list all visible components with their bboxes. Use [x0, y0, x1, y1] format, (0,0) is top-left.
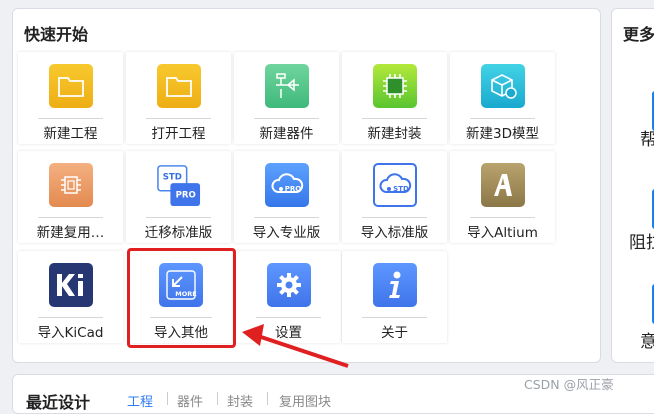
tile-import-altium[interactable]: 导入Altium	[450, 151, 555, 243]
altium-logo-icon	[480, 163, 525, 207]
tile-new-project[interactable]: 新建工程	[18, 52, 123, 144]
highlight-box	[127, 248, 236, 348]
tile-import-kicad[interactable]: 导入KiCad	[18, 251, 123, 343]
cloud-pro-icon: PRO	[264, 163, 309, 207]
tab-projects[interactable]: 工程	[127, 391, 153, 410]
recent-title: 最近设计	[26, 393, 91, 412]
folder-icon	[48, 64, 93, 108]
folder-icon	[156, 64, 201, 108]
more-item[interactable]: 帮	[640, 125, 654, 150]
tile-label: 导入Altium	[467, 225, 538, 241]
watermark: CSDN @风正豪	[524, 377, 614, 392]
quick-start-title: 快速开始	[24, 25, 89, 44]
chip-icon	[372, 64, 417, 108]
tile-import-pro[interactable]: PRO 导入专业版	[234, 151, 339, 243]
tile-new-reuse-block[interactable]: 新建复用…	[18, 151, 123, 243]
tile-label: 新建封装	[367, 126, 422, 142]
tile-new-footprint[interactable]: 新建封装	[342, 52, 447, 144]
tile-label: 打开工程	[151, 126, 206, 142]
tile-label: 导入标准版	[360, 225, 429, 241]
cube-icon	[480, 64, 525, 108]
tile-label: 新建复用…	[36, 225, 105, 241]
tile-about[interactable]: 关于	[342, 251, 447, 343]
tile-label: 关于	[381, 325, 408, 341]
more-panel: 更多 帮 阻拉 意	[611, 8, 654, 363]
tile-open-project[interactable]: 打开工程	[126, 52, 231, 144]
tile-label: 导入KiCad	[37, 325, 104, 341]
tab-footprints[interactable]: 封装	[227, 391, 253, 410]
kicad-logo-icon	[48, 263, 93, 307]
tab-components[interactable]: 器件	[177, 391, 203, 410]
tile-migrate-std[interactable]: STD PRO 迁移标准版	[126, 151, 231, 243]
svg-text:PRO: PRO	[175, 190, 195, 200]
svg-text:STD: STD	[162, 172, 181, 182]
tile-label: 新建3D模型	[466, 126, 539, 142]
more-item[interactable]: 阻拉	[629, 228, 654, 253]
tile-label: 导入专业版	[252, 225, 321, 241]
schematic-icon	[264, 64, 309, 108]
info-icon	[372, 263, 417, 307]
tile-new-3d-model[interactable]: 新建3D模型	[450, 52, 555, 144]
reuse-chip-icon	[48, 163, 93, 207]
std-pro-migrate-icon: STD PRO	[156, 163, 201, 207]
svg-text:PRO: PRO	[284, 185, 301, 193]
annotation-arrow-icon	[242, 324, 349, 368]
tile-new-component[interactable]: 新建器件	[234, 52, 339, 144]
cloud-std-icon: STD	[372, 163, 417, 207]
tile-label: 新建工程	[43, 126, 98, 142]
more-title: 更多	[623, 25, 654, 44]
tab-reuse-blocks[interactable]: 复用图块	[279, 391, 331, 410]
more-item[interactable]: 意	[640, 327, 654, 352]
tile-label: 新建器件	[259, 126, 314, 142]
gear-icon	[266, 263, 311, 307]
svg-text:STD: STD	[393, 185, 409, 193]
tile-label: 迁移标准版	[144, 225, 213, 241]
tile-import-std[interactable]: STD 导入标准版	[342, 151, 447, 243]
